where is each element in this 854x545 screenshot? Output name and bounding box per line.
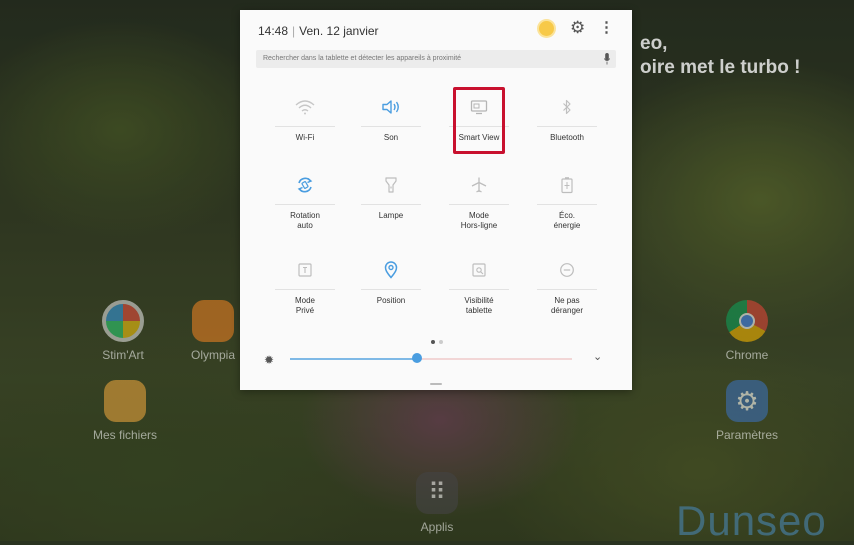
search-placeholder: Rechercher dans la tablette et détecter … bbox=[263, 55, 462, 62]
quick-settings-panel: 14:48 | Ven. 12 janvier ⚙ ⋮ Rechercher dan… bbox=[240, 10, 632, 390]
tile-visibilite-tablette[interactable]: Visibilité tablette bbox=[434, 255, 524, 316]
stimart-app-icon bbox=[102, 300, 144, 342]
wifi-icon bbox=[295, 100, 315, 115]
tile-label: Bluetooth bbox=[550, 133, 584, 142]
page-dot bbox=[431, 340, 435, 344]
chevron-down-icon[interactable]: ⌄ bbox=[593, 350, 602, 363]
app-label: Chrome bbox=[725, 348, 769, 362]
blue-light-filter-icon[interactable] bbox=[539, 21, 554, 36]
flashlight-icon bbox=[385, 177, 397, 193]
battery-saver-icon bbox=[561, 177, 573, 194]
app-label: Paramètres bbox=[715, 428, 779, 442]
more-options-icon[interactable]: ⋮ bbox=[599, 18, 614, 38]
status-datetime: 14:48 | Ven. 12 janvier bbox=[258, 24, 379, 38]
tile-label: Visibilité tablette bbox=[464, 296, 494, 315]
clock: 14:48 bbox=[258, 24, 289, 38]
settings-icon bbox=[726, 380, 768, 422]
app-mes-fichiers[interactable]: Mes fichiers bbox=[80, 380, 170, 442]
airplane-icon bbox=[471, 177, 487, 193]
headline-line-1: eo, bbox=[640, 33, 668, 54]
headline-line-2: oire met le turbo ! bbox=[640, 57, 801, 78]
tile-label: Éco. énergie bbox=[553, 211, 581, 230]
folder-icon bbox=[104, 380, 146, 422]
tile-bluetooth[interactable]: Bluetooth bbox=[522, 92, 612, 143]
tile-label: Ne pas déranger bbox=[550, 296, 584, 315]
tile-label: Mode Privé bbox=[294, 296, 315, 315]
tile-eco-energie[interactable]: Éco. énergie bbox=[522, 170, 612, 231]
search-bar[interactable]: Rechercher dans la tablette et détecter … bbox=[256, 50, 616, 68]
tile-mode-hors-ligne[interactable]: Mode Hors-ligne bbox=[434, 170, 524, 231]
tile-label: Wi-Fi bbox=[295, 133, 315, 142]
brightness-knob[interactable] bbox=[411, 353, 422, 363]
brightness-fill bbox=[290, 358, 417, 360]
tile-position[interactable]: Position bbox=[346, 255, 436, 306]
brightness-icon: ✹ bbox=[264, 353, 275, 367]
page-indicator bbox=[429, 331, 445, 349]
app-applis[interactable]: Applis bbox=[392, 472, 482, 534]
brightness-slider[interactable] bbox=[290, 353, 572, 363]
visibility-icon bbox=[472, 263, 486, 277]
tile-ne-pas-deranger[interactable]: Ne pas déranger bbox=[522, 255, 612, 316]
tile-label: Rotation auto bbox=[290, 211, 320, 230]
drag-handle[interactable] bbox=[430, 383, 442, 385]
location-icon bbox=[384, 261, 398, 279]
tile-label: Lampe bbox=[378, 211, 404, 220]
do-not-disturb-icon bbox=[560, 263, 574, 277]
tile-lampe[interactable]: Lampe bbox=[346, 170, 436, 221]
gear-icon[interactable]: ⚙ bbox=[570, 18, 585, 38]
date: Ven. 12 janvier bbox=[299, 24, 379, 38]
private-mode-icon bbox=[298, 263, 312, 277]
smart-view-highlight-box bbox=[453, 87, 505, 154]
app-label: Stim'Art bbox=[102, 348, 144, 362]
app-label: Mes fichiers bbox=[92, 428, 157, 442]
apps-grid-icon bbox=[416, 472, 458, 514]
app-label: Applis bbox=[420, 520, 454, 534]
tile-rotation-auto[interactable]: Rotation auto bbox=[260, 170, 350, 231]
olympia-app-icon bbox=[192, 300, 234, 342]
tile-label: Mode Hors-ligne bbox=[460, 211, 498, 230]
app-chrome[interactable]: Chrome bbox=[702, 300, 792, 362]
bluetooth-icon bbox=[563, 99, 571, 115]
page-dot bbox=[439, 340, 443, 344]
brand-watermark: Dunseo bbox=[676, 497, 827, 544]
tile-label: Son bbox=[383, 133, 399, 142]
tile-label: Position bbox=[376, 296, 406, 305]
tile-wifi[interactable]: Wi-Fi bbox=[260, 92, 350, 143]
tile-mode-prive[interactable]: Mode Privé bbox=[260, 255, 350, 316]
volume-icon bbox=[382, 100, 399, 114]
app-parametres[interactable]: Paramètres bbox=[702, 380, 792, 442]
tile-son[interactable]: Son bbox=[346, 92, 436, 143]
chrome-icon bbox=[726, 300, 768, 342]
microphone-icon[interactable] bbox=[604, 53, 610, 65]
app-stimart[interactable]: Stim'Art bbox=[78, 300, 168, 362]
wallpaper-headline: eo, oire met le turbo ! bbox=[640, 32, 800, 80]
rotation-icon bbox=[297, 177, 313, 193]
